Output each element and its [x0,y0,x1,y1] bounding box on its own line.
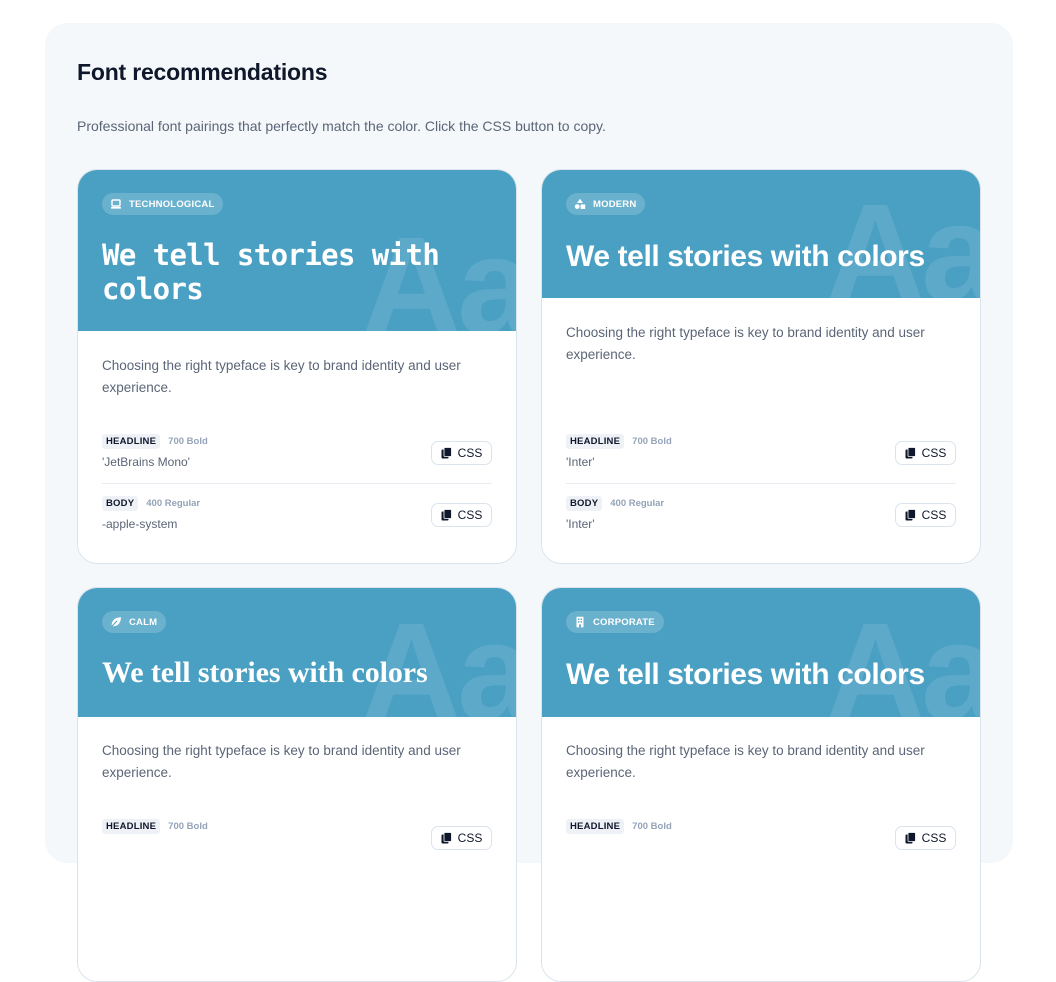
headline-sample: We tell stories with colors [566,658,925,691]
copy-css-label: CSS [457,831,483,845]
card-preview: Aa CORPORATE We tell stories with colors [542,588,980,717]
category-tag-label: CORPORATE [593,616,655,628]
headline-font-row: HEADLINE 700 Bold 'Inter' CSS [566,434,956,474]
copy-icon [905,447,916,459]
copy-css-label: CSS [457,446,483,460]
role-badge: HEADLINE [102,819,161,834]
category-tag: MODERN [566,193,646,215]
copy-css-button[interactable]: CSS [895,503,956,527]
body-font-row: BODY 400 Regular -apple-system CSS [102,483,492,536]
copy-css-button[interactable]: CSS [895,826,956,850]
copy-icon [441,509,452,521]
role-badge: BODY [102,496,139,511]
copy-icon [441,832,452,844]
headline-font-row: HEADLINE 700 Bold CSS [102,819,492,859]
headline-font-row: HEADLINE 700 Bold CSS [566,819,956,859]
copy-css-label: CSS [921,831,947,845]
card-preview: Aa MODERN We tell stories with colors [542,170,980,298]
card-preview: Aa CALM We tell stories with colors [78,588,516,717]
card-description: Choosing the right typeface is key to br… [102,358,461,395]
leaf-icon [110,616,122,628]
laptop-icon [110,198,122,210]
section-title: Font recommendations [77,59,328,85]
headline-sample: We tell stories with colors [102,238,440,306]
font-recommendations-panel: Font recommendations Professional font p… [45,23,1013,982]
copy-css-label: CSS [921,508,947,522]
weight-label: 400 Regular [146,498,201,509]
card-description: Choosing the right typeface is key to br… [102,743,461,780]
weight-label: 700 Bold [632,821,672,832]
headline-sample: We tell stories with colors [102,656,428,689]
weight-label: 400 Regular [610,498,665,509]
copy-css-button[interactable]: CSS [431,503,492,527]
weight-label: 700 Bold [168,436,208,447]
category-tag: CORPORATE [566,611,664,633]
role-badge: HEADLINE [566,434,625,449]
copy-icon [905,832,916,844]
card-description: Choosing the right typeface is key to br… [566,325,925,362]
copy-css-label: CSS [921,446,947,460]
font-card-corporate: Aa CORPORATE We tell stories with colors… [541,587,981,982]
card-description: Choosing the right typeface is key to br… [566,743,925,780]
role-badge: HEADLINE [566,819,625,834]
copy-css-button[interactable]: CSS [895,441,956,465]
category-tag-label: TECHNOLOGICAL [129,198,215,210]
weight-label: 700 Bold [168,821,208,832]
font-card-modern: Aa MODERN We tell stories with colors Ch… [541,169,981,564]
category-tag-label: MODERN [593,198,637,210]
copy-css-label: CSS [457,508,483,522]
body-font-row: BODY 400 Regular 'Inter' CSS [566,483,956,536]
category-tag-label: CALM [129,616,158,628]
copy-icon [441,447,452,459]
copy-css-button[interactable]: CSS [431,826,492,850]
copy-css-button[interactable]: CSS [431,441,492,465]
weight-label: 700 Bold [632,436,672,447]
category-tag: CALM [102,611,167,633]
card-preview: Aa TECHNOLOGICAL We tell stories with co… [78,170,516,331]
headline-sample: We tell stories with colors [566,240,925,273]
font-card-calm: Aa CALM We tell stories with colors Choo… [77,587,517,982]
role-badge: BODY [566,496,603,511]
shapes-icon [574,198,586,210]
font-card-technological: Aa TECHNOLOGICAL We tell stories with co… [77,169,517,564]
copy-icon [905,509,916,521]
headline-font-row: HEADLINE 700 Bold 'JetBrains Mono' CSS [102,434,492,474]
building-icon [574,616,586,628]
section-subtitle: Professional font pairings that perfectl… [77,118,606,134]
role-badge: HEADLINE [102,434,161,449]
category-tag: TECHNOLOGICAL [102,193,224,215]
